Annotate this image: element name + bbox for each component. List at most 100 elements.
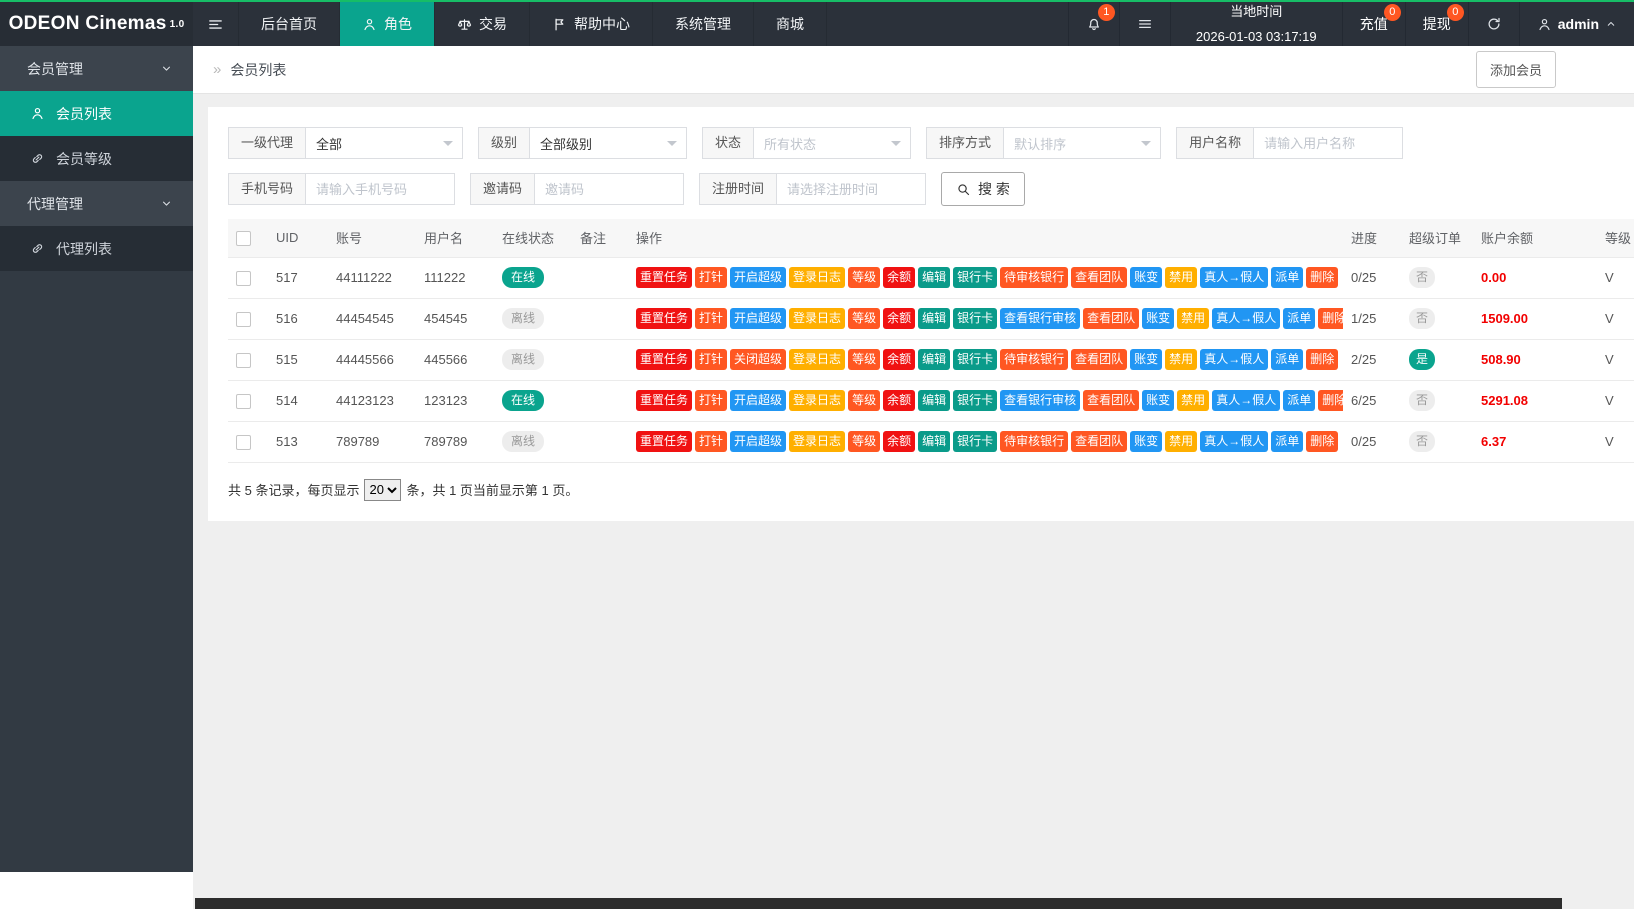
action-button[interactable]: 余额: [883, 431, 915, 452]
sidebar-toggle-button[interactable]: [193, 2, 239, 46]
action-button[interactable]: 派单: [1283, 308, 1315, 329]
filter-input[interactable]: [305, 173, 455, 205]
action-button[interactable]: 派单: [1271, 267, 1303, 288]
action-button[interactable]: 账变: [1130, 349, 1162, 370]
action-button[interactable]: 重置任务: [636, 349, 692, 370]
add-member-button[interactable]: 添加会员: [1476, 51, 1556, 88]
sidebar-group[interactable]: 会员管理: [0, 46, 193, 91]
nav-item[interactable]: 交易: [435, 2, 530, 46]
action-button[interactable]: 等级: [848, 390, 880, 411]
nav-item[interactable]: 角色: [340, 2, 435, 46]
action-button[interactable]: 等级: [848, 349, 880, 370]
action-button[interactable]: 真人→假人: [1212, 390, 1280, 411]
action-button[interactable]: 重置任务: [636, 431, 692, 452]
row-checkbox[interactable]: [236, 312, 251, 327]
nav-item[interactable]: 后台首页: [239, 2, 340, 46]
nav-item[interactable]: 商城: [754, 2, 827, 46]
action-button[interactable]: 查看银行审核: [1000, 308, 1080, 329]
action-button[interactable]: 账变: [1142, 390, 1174, 411]
filter-input[interactable]: [534, 173, 684, 205]
action-button[interactable]: 等级: [848, 267, 880, 288]
sidebar-item[interactable]: 会员等级: [0, 136, 193, 181]
action-button[interactable]: 余额: [883, 349, 915, 370]
withdraw-button[interactable]: 提现 0: [1405, 2, 1468, 46]
action-button[interactable]: 查看团队: [1083, 308, 1139, 329]
action-button[interactable]: 登录日志: [789, 267, 845, 288]
action-button[interactable]: 真人→假人: [1212, 308, 1280, 329]
action-button[interactable]: 账变: [1130, 431, 1162, 452]
action-button[interactable]: 余额: [883, 308, 915, 329]
action-button[interactable]: 重置任务: [636, 390, 692, 411]
action-button[interactable]: 余额: [883, 390, 915, 411]
action-button[interactable]: 打针: [695, 349, 727, 370]
action-button[interactable]: 查看团队: [1071, 349, 1127, 370]
action-button[interactable]: 待审核银行: [1000, 267, 1068, 288]
action-button[interactable]: 开启超级: [730, 267, 786, 288]
action-button[interactable]: 真人→假人: [1200, 349, 1268, 370]
action-button[interactable]: 待审核银行: [1000, 431, 1068, 452]
recharge-button[interactable]: 充值 0: [1342, 2, 1405, 46]
horizontal-scrollbar[interactable]: [195, 898, 1562, 909]
filter-input[interactable]: [776, 173, 926, 205]
action-button[interactable]: 余额: [883, 267, 915, 288]
action-button[interactable]: 删除: [1318, 390, 1343, 411]
action-button[interactable]: 编辑: [918, 390, 950, 411]
action-button[interactable]: 禁用: [1177, 308, 1209, 329]
row-checkbox[interactable]: [236, 271, 251, 286]
action-button[interactable]: 开启超级: [730, 390, 786, 411]
action-button[interactable]: 银行卡: [953, 267, 997, 288]
action-button[interactable]: 账变: [1142, 308, 1174, 329]
filter-select[interactable]: 默认排序: [1003, 127, 1161, 159]
action-button[interactable]: 银行卡: [953, 349, 997, 370]
sidebar-item[interactable]: 代理列表: [0, 226, 193, 271]
action-button[interactable]: 禁用: [1165, 267, 1197, 288]
action-button[interactable]: 开启超级: [730, 308, 786, 329]
user-menu[interactable]: admin: [1519, 2, 1634, 46]
action-button[interactable]: 打针: [695, 308, 727, 329]
action-button[interactable]: 关闭超级: [730, 349, 786, 370]
action-button[interactable]: 删除: [1318, 308, 1343, 329]
action-button[interactable]: 重置任务: [636, 267, 692, 288]
action-button[interactable]: 查看银行审核: [1000, 390, 1080, 411]
action-button[interactable]: 编辑: [918, 431, 950, 452]
action-button[interactable]: 删除: [1306, 267, 1338, 288]
action-button[interactable]: 登录日志: [789, 308, 845, 329]
filter-input[interactable]: [1253, 127, 1403, 159]
action-button[interactable]: 派单: [1271, 349, 1303, 370]
action-button[interactable]: 编辑: [918, 349, 950, 370]
action-button[interactable]: 查看团队: [1071, 431, 1127, 452]
action-button[interactable]: 真人→假人: [1200, 431, 1268, 452]
select-all-checkbox[interactable]: [236, 231, 251, 246]
row-checkbox[interactable]: [236, 394, 251, 409]
action-button[interactable]: 编辑: [918, 308, 950, 329]
action-button[interactable]: 查看团队: [1083, 390, 1139, 411]
action-button[interactable]: 等级: [848, 431, 880, 452]
sidebar-group[interactable]: 代理管理: [0, 181, 193, 226]
nav-item[interactable]: 帮助中心: [530, 2, 653, 46]
action-button[interactable]: 真人→假人: [1200, 267, 1268, 288]
sidebar-item[interactable]: 会员列表: [0, 91, 193, 136]
action-button[interactable]: 打针: [695, 390, 727, 411]
action-button[interactable]: 打针: [695, 267, 727, 288]
action-button[interactable]: 打针: [695, 431, 727, 452]
action-button[interactable]: 删除: [1306, 431, 1338, 452]
action-button[interactable]: 派单: [1271, 431, 1303, 452]
nav-item[interactable]: 系统管理: [653, 2, 754, 46]
action-button[interactable]: 待审核银行: [1000, 349, 1068, 370]
filter-select[interactable]: 全部: [305, 127, 463, 159]
action-button[interactable]: 登录日志: [789, 431, 845, 452]
notifications-button[interactable]: 1: [1068, 2, 1119, 46]
action-button[interactable]: 重置任务: [636, 308, 692, 329]
action-button[interactable]: 查看团队: [1071, 267, 1127, 288]
action-button[interactable]: 银行卡: [953, 308, 997, 329]
page-size-select[interactable]: 20: [364, 479, 401, 501]
action-button[interactable]: 派单: [1283, 390, 1315, 411]
action-button[interactable]: 禁用: [1165, 349, 1197, 370]
action-button[interactable]: 登录日志: [789, 390, 845, 411]
filter-select[interactable]: 全部级别: [529, 127, 687, 159]
filter-select[interactable]: 所有状态: [753, 127, 911, 159]
action-button[interactable]: 登录日志: [789, 349, 845, 370]
row-checkbox[interactable]: [236, 435, 251, 450]
quick-list-button[interactable]: [1119, 2, 1170, 46]
refresh-button[interactable]: [1468, 2, 1519, 46]
